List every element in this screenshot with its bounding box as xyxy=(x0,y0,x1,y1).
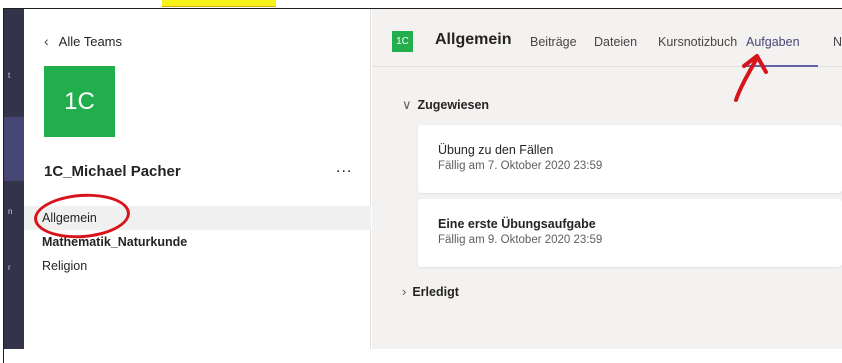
channel-item-allgemein[interactable]: Allgemein xyxy=(24,206,371,230)
channel-item-mathematik-naturkunde[interactable]: Mathematik_Naturkunde xyxy=(24,230,371,254)
assignment-card[interactable]: Übung zu den Fällen Fällig am 7. Oktober… xyxy=(418,125,842,193)
done-label: Erledigt xyxy=(412,284,459,299)
assigned-section-header[interactable]: ∨ Zugewiesen xyxy=(402,97,489,113)
team-channel-panel: ‹ Alle Teams 1C 1C_Michael Pacher ... Al… xyxy=(24,9,371,349)
tab-beitraege[interactable]: Beiträge xyxy=(530,35,577,49)
channel-header: 1C Allgemein Beiträge Dateien Kursnotizb… xyxy=(372,9,842,67)
chevron-right-icon: › xyxy=(402,284,407,299)
chevron-down-icon: ∨ xyxy=(402,97,412,112)
channel-item-religion[interactable]: Religion xyxy=(24,254,371,278)
tab-more[interactable]: N xyxy=(833,35,842,49)
assignment-due-date: Fällig am 9. Oktober 2020 23:59 xyxy=(438,234,603,246)
back-label: Alle Teams xyxy=(58,33,123,49)
assignment-title: Eine erste Übungsaufgabe xyxy=(438,217,596,231)
channel-content: 1C Allgemein Beiträge Dateien Kursnotizb… xyxy=(372,9,842,349)
chevron-left-icon: ‹ xyxy=(44,33,49,49)
tab-aufgaben[interactable]: Aufgaben xyxy=(746,35,800,49)
more-options-button[interactable]: ... xyxy=(336,159,352,177)
assigned-label: Zugewiesen xyxy=(417,98,490,112)
channel-title: Allgemein xyxy=(435,31,512,48)
team-name: 1C_Michael Pacher xyxy=(44,163,181,180)
tab-kursnotizbuch[interactable]: Kursnotizbuch xyxy=(658,35,737,49)
tab-dateien[interactable]: Dateien xyxy=(594,35,637,49)
channel-avatar: 1C xyxy=(392,31,413,52)
highlight-border xyxy=(162,6,276,7)
rail-selected-item[interactable] xyxy=(4,117,24,181)
assignment-due-date: Fällig am 7. Oktober 2020 23:59 xyxy=(438,160,603,172)
team-avatar: 1C xyxy=(44,66,115,137)
rail-icon[interactable]: n xyxy=(8,207,12,216)
rail-icon[interactable]: t xyxy=(8,71,10,80)
assignment-title: Übung zu den Fällen xyxy=(438,143,554,157)
done-section-header[interactable]: › Erledigt xyxy=(402,284,459,299)
app-rail: t n r xyxy=(4,9,24,349)
rail-icon[interactable]: r xyxy=(8,263,11,272)
active-tab-indicator xyxy=(744,65,818,67)
back-to-teams-link[interactable]: ‹ Alle Teams xyxy=(44,33,122,49)
assignment-card[interactable]: Eine erste Übungsaufgabe Fällig am 9. Ok… xyxy=(418,199,842,267)
